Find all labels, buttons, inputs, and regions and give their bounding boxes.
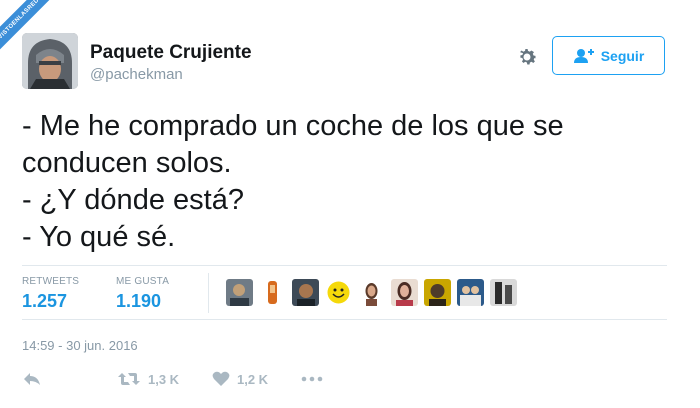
retweet-icon (118, 373, 140, 385)
add-user-icon (573, 48, 594, 63)
more-icon (301, 376, 323, 382)
likes-value: 1.190 (116, 291, 162, 311)
retweet-count: 1,3 K (148, 371, 180, 387)
tweet-line: - Yo qué sé. (22, 221, 176, 253)
stats-separator (208, 273, 209, 313)
liker-avatar[interactable] (325, 279, 352, 306)
heart-icon (212, 371, 230, 386)
liker-avatar[interactable] (490, 279, 517, 306)
tweet-line: conducen solos. (22, 147, 232, 179)
tweet-text: - Me he comprado un coche de los que se … (22, 108, 672, 256)
likers-avatars (226, 279, 517, 306)
like-count: 1,2 K (237, 371, 269, 387)
liker-avatar[interactable] (424, 279, 451, 306)
retweets-label: RETWEETS (22, 276, 80, 287)
liker-avatar[interactable] (259, 279, 286, 306)
liker-avatar[interactable] (457, 279, 484, 306)
reply-icon (24, 373, 40, 385)
retweet-button[interactable]: 1,3 K (117, 371, 179, 387)
follow-button-label: Seguir (600, 47, 645, 64)
follow-button[interactable]: Seguir (552, 36, 665, 75)
liker-avatar[interactable] (292, 279, 319, 306)
likes-stat[interactable]: ME GUSTA 1.190 (116, 276, 169, 312)
retweets-stat[interactable]: RETWEETS 1.257 (22, 276, 79, 312)
divider (22, 319, 667, 320)
liker-avatar[interactable] (226, 279, 253, 306)
user-handle[interactable]: @pachekman (90, 66, 183, 83)
retweets-value: 1.257 (22, 291, 68, 311)
liker-avatar[interactable] (358, 279, 385, 306)
tweet-line: - ¿Y dónde está? (22, 184, 244, 216)
gear-icon[interactable] (515, 45, 539, 69)
avatar[interactable] (22, 33, 78, 89)
like-button[interactable]: 1,2 K (212, 371, 268, 387)
likes-label: ME GUSTA (116, 276, 170, 287)
tweet-line: - Me he comprado un coche de los que se (22, 110, 564, 142)
user-display-name[interactable]: Paquete Crujiente (90, 42, 252, 64)
more-button[interactable] (301, 371, 323, 387)
tweet-timestamp[interactable]: 14:59 - 30 jun. 2016 (22, 338, 138, 353)
divider (22, 265, 667, 266)
liker-avatar[interactable] (391, 279, 418, 306)
reply-button[interactable] (22, 371, 42, 387)
tweet-actions: 1,3 K 1,2 K (22, 371, 352, 395)
